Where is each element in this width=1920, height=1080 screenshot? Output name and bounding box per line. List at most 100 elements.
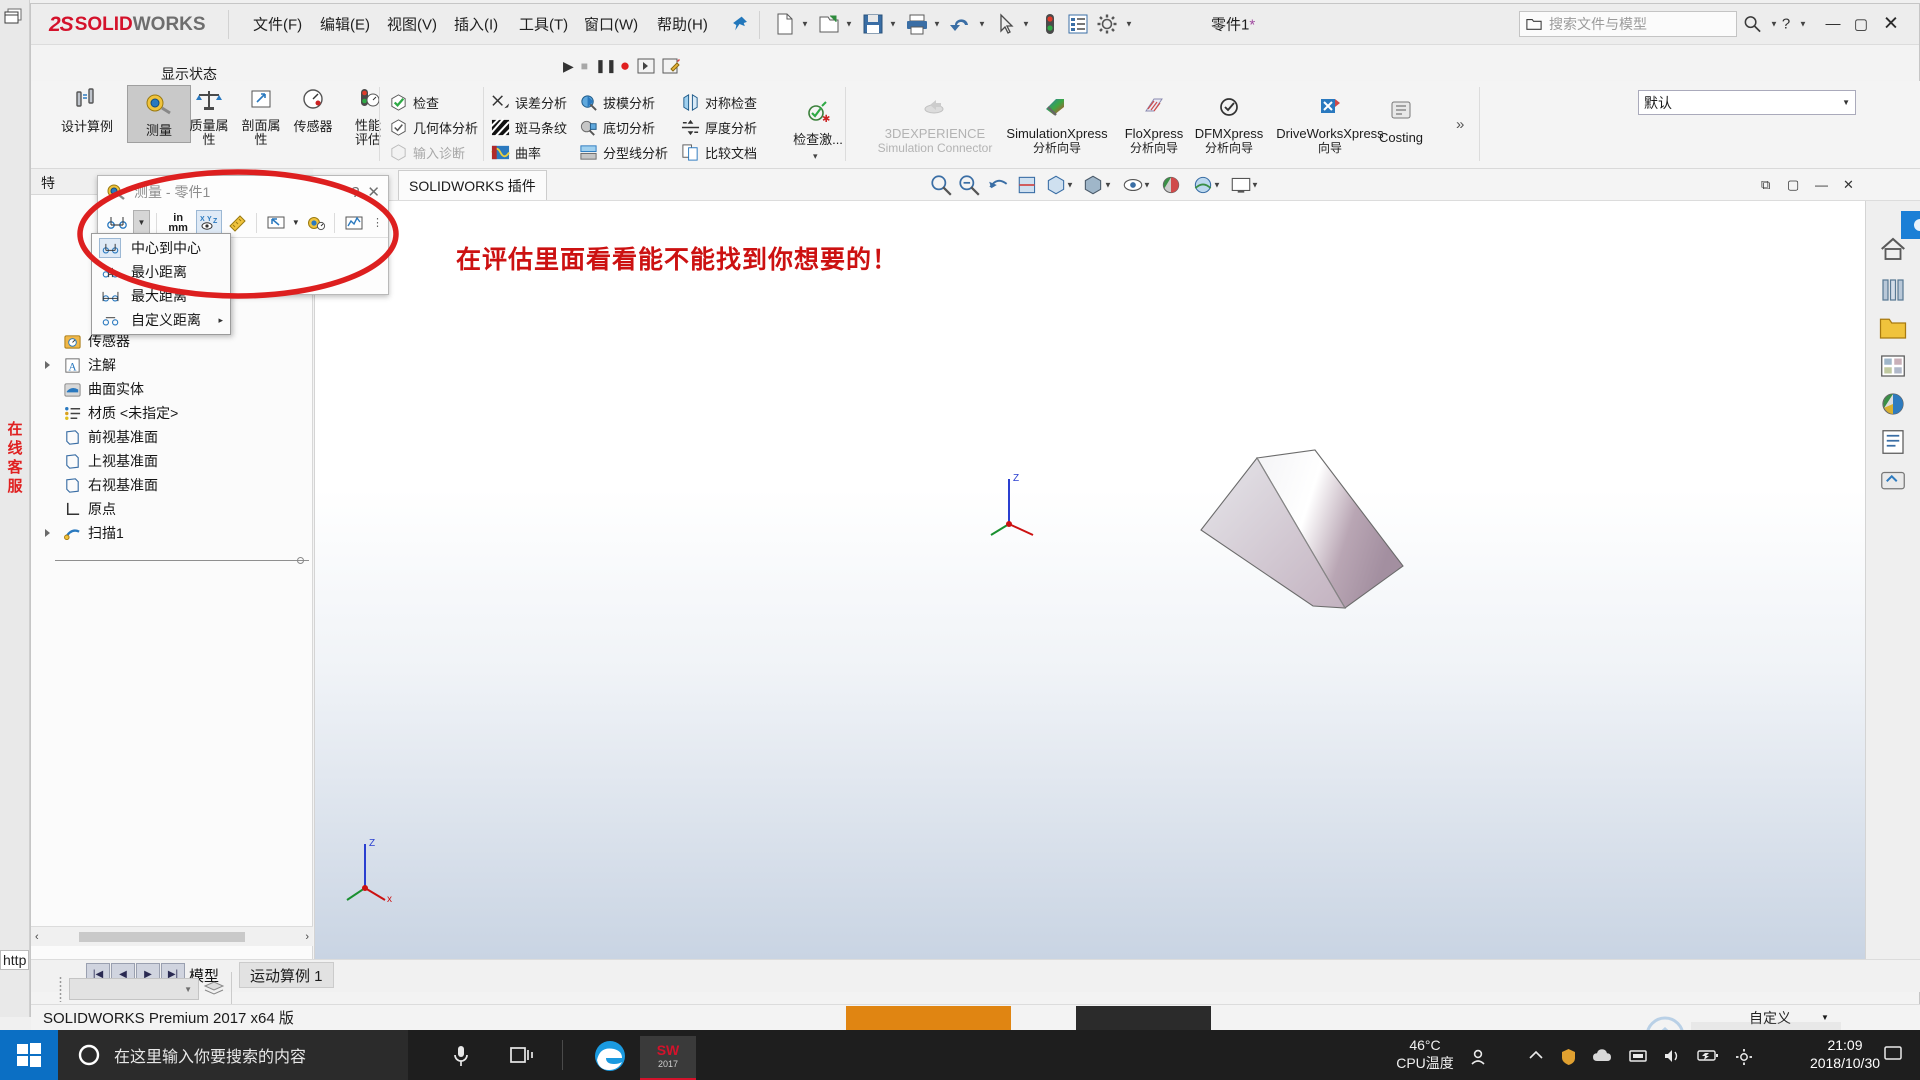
ribbon-draft-analysis[interactable]: 拔模分析 [579,93,655,112]
print-icon[interactable] [905,12,929,36]
save-caret-icon[interactable]: ▼ [889,20,897,29]
rebuild-traffic-icon[interactable] [1038,12,1062,36]
section-view-icon[interactable] [1016,173,1040,197]
measure-history-button[interactable] [303,210,329,236]
viewport-caret-icon[interactable]: ▼ [1251,181,1259,190]
measure-mode-menu[interactable]: 中心到中心 最小距离 最大距离 自定义距离 ▸ [91,233,231,335]
measure-ruler-button[interactable] [225,210,251,236]
menu-help[interactable]: 帮助(H) [653,11,712,38]
network-icon[interactable] [1628,1048,1648,1068]
task-view-icon[interactable] [510,1044,536,1066]
pause-icon[interactable]: ❚❚ [595,58,617,74]
appearances-scenes-icon[interactable] [1878,389,1908,419]
solidworks-taskbar-button[interactable]: SW 2017 [640,1036,696,1080]
volume-icon[interactable] [1662,1048,1682,1068]
ribbon-check-active[interactable]: ✱ 检查激... [785,99,851,147]
ribbon-compare-documents[interactable]: 比较文档 [681,143,757,162]
search-box[interactable]: 搜索文件与模型 [1519,11,1737,37]
view-palette-icon[interactable] [1878,351,1908,381]
gfx-close-button[interactable]: ✕ [1843,177,1854,193]
ribbon-undercut-analysis[interactable]: 底切分析 [579,118,655,137]
menu-item-minimum-distance[interactable]: 最小距离 [92,260,230,284]
security-icon[interactable] [1560,1048,1577,1070]
projected-on-caret-icon[interactable]: ▼ [292,218,300,227]
chevron-down-icon[interactable]: ▼ [184,985,192,994]
play-icon[interactable]: ▶ [563,58,574,75]
hide-show-icon[interactable] [1121,173,1145,197]
playback-mode-icon[interactable] [637,57,655,75]
view-orientation-icon[interactable] [1044,173,1068,197]
configuration-select[interactable]: 默认 ▼ [1638,90,1856,115]
ribbon-expand-icon[interactable]: » [1456,116,1464,133]
tree-item-right-plane[interactable]: 右视基准面 [37,473,313,497]
scene-icon[interactable] [1191,173,1215,197]
menu-insert[interactable]: 插入(I) [450,11,502,38]
select-arrow-icon[interactable] [994,12,1018,36]
display-style-caret-icon[interactable]: ▼ [1104,181,1112,190]
menu-window[interactable]: 窗口(W) [580,11,642,38]
people-icon[interactable] [1468,1048,1488,1070]
scroll-left-icon[interactable]: ‹ [35,931,39,943]
tree-item-surface-bodies[interactable]: 曲面实体 [37,377,313,401]
tree-item-origin[interactable]: 原点 [37,497,313,521]
scene-caret-icon[interactable]: ▼ [1213,181,1221,190]
projected-on-button[interactable] [263,210,289,236]
appearance-icon[interactable] [1159,173,1183,197]
collapse-motion-manager-icon[interactable] [203,980,225,998]
measure-mode-dropdown-button[interactable]: ▼ [132,209,151,236]
gfx-maximize-button[interactable]: ▢ [1787,177,1799,193]
open-document-caret-icon[interactable]: ▼ [845,20,853,29]
ribbon-group3-more-caret-icon[interactable]: ▾ [813,151,818,162]
microphone-icon[interactable] [452,1044,470,1068]
gfx-restore-button[interactable]: ⧉ [1761,177,1770,193]
display-style-icon[interactable] [1081,173,1105,197]
battery-icon[interactable] [1697,1048,1719,1066]
expand-triangle-icon[interactable] [45,361,50,369]
hscroll-thumb[interactable] [79,932,245,942]
menu-edit[interactable]: 编辑(E) [316,11,374,38]
menu-view[interactable]: 视图(V) [383,11,441,38]
hide-show-caret-icon[interactable]: ▼ [1143,181,1151,190]
previous-view-icon[interactable] [987,173,1011,197]
3d-part-model[interactable] [1195,448,1405,643]
tree-resize-handle[interactable] [297,557,304,564]
maximize-button[interactable]: ▢ [1849,15,1873,33]
ribbon-design-study[interactable]: 设计算例 [55,86,119,134]
onedrive-cloud-icon[interactable] [1592,1048,1614,1068]
ribbon-parting-line-analysis[interactable]: 分型线分析 [579,143,668,162]
arc-center-to-center-button[interactable] [104,210,130,236]
graphics-viewport[interactable]: 在评估里面看看能不能找到你想要的！ Z Z x [314,201,1865,959]
ribbon-geometry-analysis[interactable]: 几何体分析 [389,118,478,137]
settings-caret-icon[interactable]: ▼ [1125,20,1133,29]
bottom-toolbar-grip[interactable] [59,976,62,1002]
minimize-button[interactable]: — [1821,16,1845,33]
ribbon-curvature[interactable]: 曲率 [491,143,541,162]
pin-menu-icon[interactable] [731,16,748,33]
tab-feature-manager[interactable]: 特 [41,173,55,193]
solidworks-addins-tab[interactable]: SOLIDWORKS 插件 [398,170,547,200]
chevron-down-icon[interactable]: ▼ [1842,98,1850,107]
stop-icon[interactable]: ■ [581,59,588,73]
measure-toolbar-overflow-icon[interactable]: ⋮ [372,216,383,229]
gfx-minimize-button[interactable]: — [1815,178,1828,193]
scroll-right-icon[interactable]: › [305,931,309,943]
record-icon[interactable]: ● [620,56,630,76]
show-hidden-icons-chevron[interactable] [1528,1048,1544,1065]
xyz-coordinates-button[interactable]: X Y Z [195,209,222,236]
measure-chart-button[interactable] [341,210,367,236]
measure-dialog-help-button[interactable]: ? [351,184,359,201]
new-document-icon[interactable] [773,12,797,36]
viewport-icon[interactable] [1229,173,1253,197]
feature-tree-hscrollbar[interactable]: ‹ › [31,926,313,946]
tree-item-annotations[interactable]: A 注解 [37,353,313,377]
menu-item-maximum-distance[interactable]: 最大距离 [92,284,230,308]
windows-start-button[interactable] [0,1030,58,1080]
expand-triangle-icon[interactable] [45,529,50,537]
tree-item-sweep1[interactable]: 扫描1 [37,521,313,545]
tree-item-material[interactable]: 材质 <未指定> [37,401,313,425]
menu-file[interactable]: 文件(F) [249,11,306,38]
3dexperience-marketplace-icon[interactable] [1878,465,1908,495]
close-button[interactable]: ✕ [1879,13,1903,36]
menu-item-center-to-center[interactable]: 中心到中心 [92,236,230,260]
menu-tools[interactable]: 工具(T) [515,11,572,38]
